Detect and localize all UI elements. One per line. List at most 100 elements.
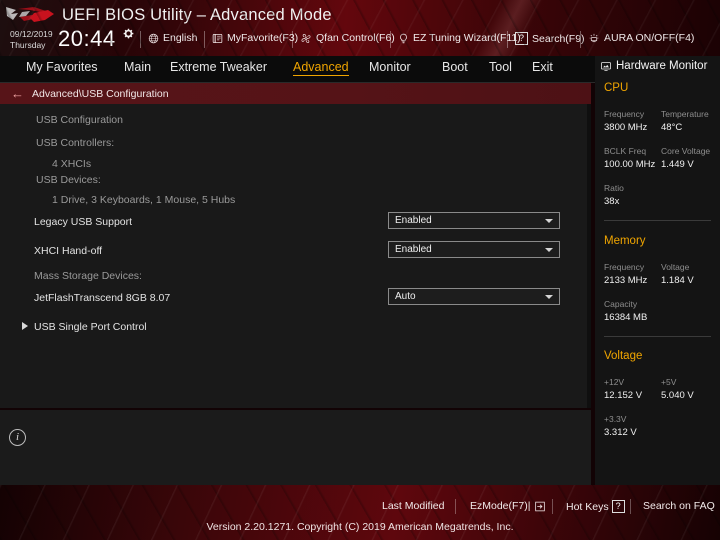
tab-extreme-tweaker[interactable]: Extreme Tweaker — [170, 60, 267, 74]
exit-arrow-icon — [534, 501, 545, 511]
breadcrumb[interactable]: ← Advanced\USB Configuration — [0, 83, 591, 104]
header-item-label: Qfan Control(F6) — [316, 32, 395, 44]
info-circle-icon[interactable]: i — [9, 429, 26, 446]
bulb-icon — [400, 33, 407, 43]
hw-value-memory-voltage: 1.184 V — [661, 275, 694, 286]
hw-key-12v: +12V — [604, 377, 625, 387]
star-list-icon — [212, 33, 223, 43]
footer-separator — [552, 499, 553, 514]
row-legacy-usb-support[interactable]: Legacy USB Support Enabled — [0, 210, 591, 238]
back-arrow-icon[interactable]: ← — [11, 87, 24, 100]
row-label: USB Single Port Control — [34, 321, 147, 333]
header-item-myfavorite[interactable]: MyFavorite(F3) — [212, 32, 298, 44]
header-item-label: Search(F9) — [532, 32, 585, 45]
select-value: Enabled — [395, 215, 432, 226]
tab-monitor[interactable]: Monitor — [369, 60, 411, 74]
hw-key-core-voltage: Core Voltage — [661, 146, 711, 156]
hw-key-cpu-frequency: Frequency — [604, 109, 645, 119]
footer-separator — [455, 499, 456, 514]
version-text: Version 2.20.1271. Copyright (C) 2019 Am… — [206, 521, 514, 533]
header-bar: UEFI BIOS Utility – Advanced Mode 09/12/… — [0, 0, 720, 56]
fan-icon — [301, 33, 311, 43]
hw-section-cpu: CPU — [604, 82, 629, 94]
row-jetflash-transcend[interactable]: JetFlashTranscend 8GB 8.07 Auto — [0, 286, 591, 314]
header-item-label: EZ Tuning Wizard(F11) — [413, 32, 521, 44]
row-label: USB Controllers: — [36, 137, 115, 149]
hardware-monitor-title: Hardware Monitor — [616, 60, 708, 72]
tab-my-favorites[interactable]: My Favorites — [26, 60, 98, 74]
header-item-ez-tuning-wizard[interactable]: EZ Tuning Wizard(F11) — [398, 32, 521, 44]
footer-label: Search on FAQ — [643, 500, 715, 512]
tab-tool[interactable]: Tool — [489, 60, 512, 74]
row-label: JetFlashTranscend 8GB 8.07 — [34, 292, 171, 304]
hw-value-5v: 5.040 V — [661, 390, 694, 401]
hw-value-3v3: 3.312 V — [604, 427, 637, 438]
date-display: 09/12/2019 Thursday — [10, 29, 53, 50]
row-label: USB Devices: — [36, 174, 101, 186]
header-item-search[interactable]: ? Search(F9) — [515, 32, 585, 45]
hw-key-ratio: Ratio — [604, 183, 624, 193]
header-item-label: English — [163, 32, 198, 44]
tab-main[interactable]: Main — [124, 60, 151, 74]
header-item-language[interactable]: English — [148, 32, 197, 44]
chevron-down-icon — [545, 219, 553, 223]
select-value: Auto — [395, 291, 416, 302]
aura-lamp-icon — [589, 33, 599, 42]
hw-divider — [604, 220, 711, 221]
hardware-monitor-title-row: Hardware Monitor — [600, 60, 707, 72]
header-separator — [204, 31, 205, 48]
date-value: 09/12/2019 — [10, 29, 53, 39]
header-item-aura[interactable]: AURA ON/OFF(F4) — [588, 32, 694, 44]
hw-key-bclk-freq: BCLK Freq — [604, 146, 647, 156]
legacy-usb-support-select[interactable]: Enabled — [388, 212, 560, 229]
footer-hot-keys[interactable]: Hot Keys ? — [566, 500, 625, 513]
jetflash-transcend-select[interactable]: Auto — [388, 288, 560, 305]
search-box-icon: ? — [515, 32, 529, 45]
clock-display: 20:44 — [58, 26, 116, 51]
header-item-label: AURA ON/OFF(F4) — [604, 32, 695, 44]
weekday-value: Thursday — [10, 39, 46, 50]
footer-search-on-faq[interactable]: Search on FAQ — [643, 500, 715, 512]
monitor-icon — [601, 61, 611, 71]
footer-label: EzMode(F7)| — [470, 500, 531, 512]
hw-key-3v3: +3.3V — [604, 414, 627, 424]
hw-key-memory-voltage: Voltage — [661, 262, 690, 272]
row-label: Mass Storage Devices: — [34, 270, 142, 282]
footer-label: Last Modified — [382, 500, 445, 512]
settings-panel: USB Configuration USB Controllers: 4 XHC… — [0, 104, 591, 408]
footer-separator — [630, 499, 631, 514]
hw-key-cpu-temperature: Temperature — [661, 109, 709, 119]
hw-divider — [604, 336, 711, 337]
hw-key-memory-frequency: Frequency — [604, 262, 645, 272]
footer-ezmode[interactable]: EzMode(F7)| — [470, 500, 546, 512]
question-key-icon: ? — [611, 500, 625, 513]
rog-logo-icon — [6, 7, 54, 22]
breadcrumb-path: Advanced\USB Configuration — [32, 87, 169, 100]
tab-advanced[interactable]: Advanced — [293, 60, 349, 76]
hw-section-memory: Memory — [604, 235, 646, 247]
tab-exit[interactable]: Exit — [532, 60, 553, 74]
row-label: 1 Drive, 3 Keyboards, 1 Mouse, 5 Hubs — [52, 194, 236, 206]
row-label: XHCI Hand-off — [34, 245, 103, 257]
xhci-handoff-select[interactable]: Enabled — [388, 241, 560, 258]
row-label: Legacy USB Support — [34, 216, 133, 228]
hw-section-voltage: Voltage — [604, 350, 643, 362]
globe-icon — [148, 33, 159, 43]
hw-key-capacity: Capacity — [604, 299, 638, 309]
hw-value-12v: 12.152 V — [604, 390, 643, 401]
footer-last-modified[interactable]: Last Modified — [382, 500, 444, 512]
submenu-arrow-icon — [22, 322, 28, 330]
chevron-down-icon — [545, 248, 553, 252]
bios-screen: UEFI BIOS Utility – Advanced Mode 09/12/… — [0, 0, 720, 540]
header-item-qfan-control[interactable]: Qfan Control(F6) — [300, 32, 395, 44]
row-label: USB Configuration — [36, 114, 123, 126]
row-xhci-hand-off[interactable]: XHCI Hand-off Enabled — [0, 239, 591, 267]
chevron-down-icon — [545, 295, 553, 299]
row-usb-single-port-control[interactable]: USB Single Port Control — [0, 315, 591, 343]
hw-value-memory-frequency: 2133 MHz — [604, 275, 648, 286]
gear-icon[interactable] — [123, 28, 134, 39]
header-item-label: MyFavorite(F3) — [227, 32, 299, 44]
tab-boot[interactable]: Boot — [442, 60, 468, 74]
hw-value-capacity: 16384 MB — [604, 312, 648, 323]
help-panel: i — [0, 410, 591, 485]
